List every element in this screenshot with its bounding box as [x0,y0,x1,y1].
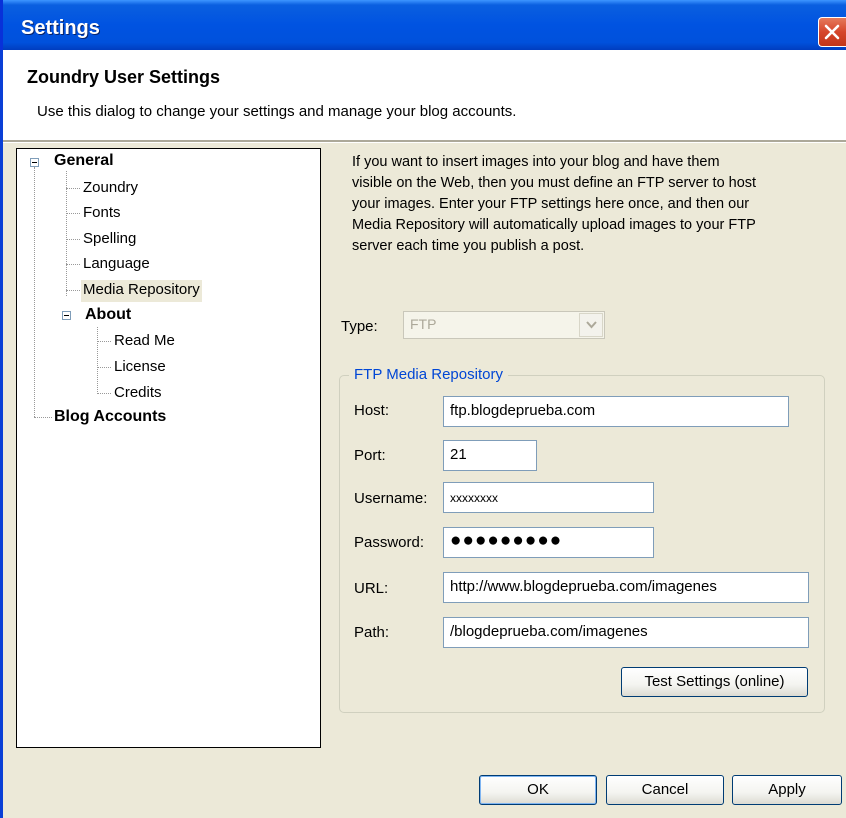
tree-item-about[interactable]: About [85,305,131,327]
description-line: visible on the Web, then you must define… [352,175,757,191]
page-subtitle: Use this dialog to change your settings … [37,103,517,120]
username-input[interactable]: xxxxxxxx [443,482,654,513]
ok-button[interactable]: OK [479,775,597,805]
tree-item-credits[interactable]: Credits [114,383,162,405]
cancel-button[interactable]: Cancel [606,775,724,805]
tree-line [66,213,80,214]
tree-line [97,393,111,394]
settings-tree[interactable]: General Zoundry Fonts Spelling Language … [16,148,321,748]
type-select[interactable]: FTP [403,311,605,339]
window-title: Settings [21,17,100,39]
page-title: Zoundry User Settings [27,67,221,87]
password-label: Password: [354,534,425,551]
url-input[interactable]: http://www.blogdeprueba.com/imagenes [443,572,809,603]
apply-button[interactable]: Apply [732,775,842,805]
path-label: Path: [354,624,390,641]
type-dropdown-button[interactable] [579,313,603,337]
ftp-group-title: FTP Media Repository [349,366,508,383]
test-settings-button[interactable]: Test Settings (online) [621,667,808,697]
tree-item-read-me[interactable]: Read Me [114,331,175,353]
tree-line [97,341,111,342]
collapse-general-icon[interactable] [30,158,39,167]
tree-line [97,327,98,394]
description-line: If you want to insert images into your b… [352,154,720,170]
tree-line [66,239,80,240]
title-bar: Settings [0,0,846,50]
description-line: your images. Enter your FTP settings her… [352,196,750,212]
tree-line [66,290,80,291]
collapse-about-icon[interactable] [62,311,71,320]
tree-line [66,171,67,296]
host-label: Host: [354,402,390,419]
description-line: server each time you publish a post. [352,238,585,254]
password-input[interactable]: ●●●●●●●●● [443,527,654,558]
tree-item-blog-accounts[interactable]: Blog Accounts [54,407,166,429]
chevron-down-icon [586,321,597,329]
tree-item-fonts[interactable]: Fonts [83,203,121,225]
port-input[interactable]: 21 [443,440,537,471]
tree-item-license[interactable]: License [114,357,166,379]
port-label: Port: [354,447,386,464]
type-select-value: FTP [410,316,437,332]
username-label: Username: [354,490,428,507]
tree-item-zoundry[interactable]: Zoundry [83,178,138,200]
tree-item-spelling[interactable]: Spelling [83,229,136,251]
tree-line [97,367,111,368]
tree-line [66,264,80,265]
description-line: Media Repository will automatically uplo… [352,217,756,233]
tree-line [34,167,35,417]
dialog-header: Zoundry User Settings Use this dialog to… [3,50,846,140]
tree-line [34,417,52,418]
tree-item-general[interactable]: General [54,151,114,173]
tree-line [66,188,80,189]
close-button[interactable] [818,17,846,47]
url-label: URL: [354,580,389,597]
path-input[interactable]: /blogdeprueba.com/imagenes [443,617,809,648]
host-input[interactable]: ftp.blogdeprueba.com [443,396,789,427]
tree-item-language[interactable]: Language [83,254,150,276]
header-divider [3,140,846,143]
close-icon [824,24,840,40]
tree-item-media-repository[interactable]: Media Repository [81,280,202,302]
media-repository-description: If you want to insert images into your b… [352,152,832,257]
type-label: Type: [341,318,378,335]
